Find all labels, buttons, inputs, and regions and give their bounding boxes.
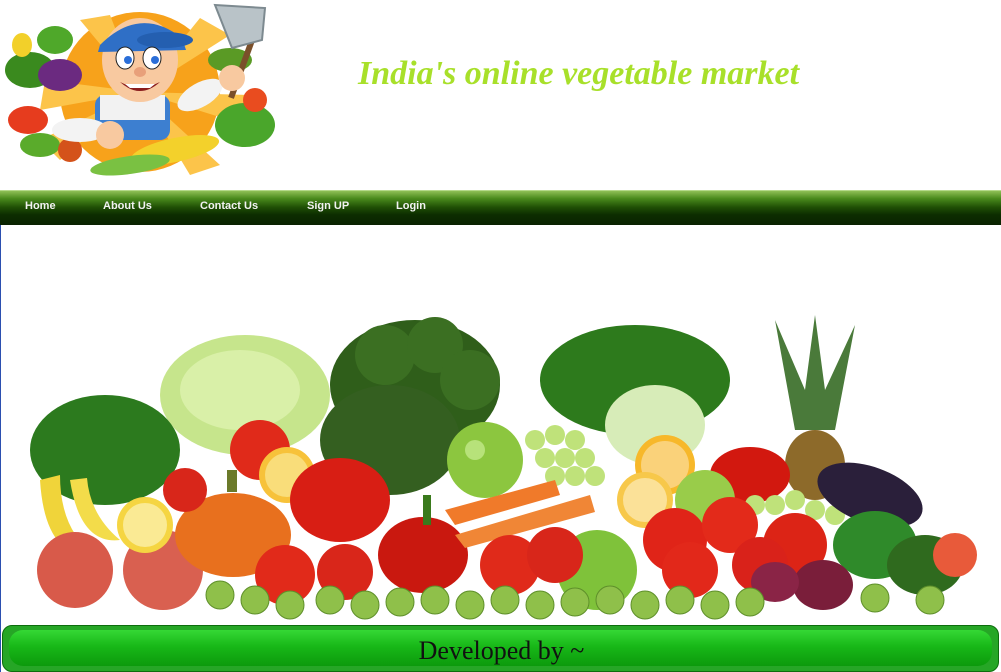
nav-contact-us[interactable]: Contact Us (200, 200, 258, 212)
footer-credit: Developed by ~ (418, 636, 585, 665)
nav-home[interactable]: Home (25, 200, 56, 212)
nav-sign-up[interactable]: Sign UP (307, 200, 349, 212)
page: India's online vegetable market Home Abo… (0, 0, 1001, 672)
content-border (0, 225, 1, 672)
farmer-mascot-icon (5, 3, 275, 176)
site-title: India's online vegetable market (358, 55, 800, 92)
footer: Developed by ~ (2, 625, 999, 672)
main-nav: Home About Us Contact Us Sign UP Login (0, 190, 1001, 225)
vegetables-banner-icon (30, 315, 977, 620)
nav-about-us[interactable]: About Us (103, 200, 152, 212)
nav-login[interactable]: Login (396, 200, 426, 212)
header: India's online vegetable market (0, 0, 1001, 190)
